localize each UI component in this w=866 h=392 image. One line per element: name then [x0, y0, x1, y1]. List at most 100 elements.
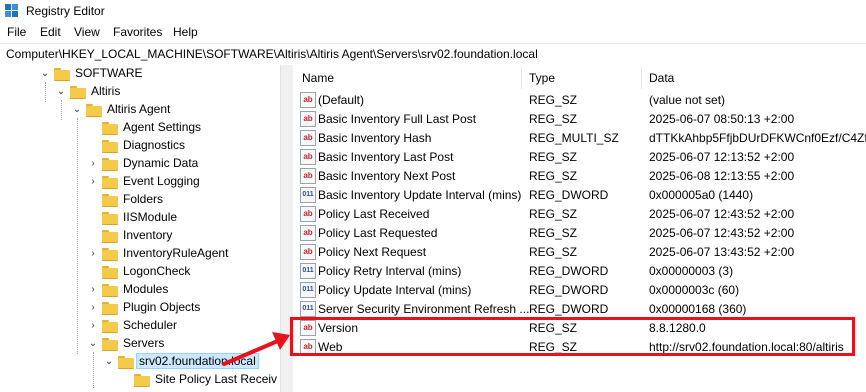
value-type: REG_SZ	[529, 112, 578, 126]
tree-item-label: SOFTWARE	[75, 66, 143, 80]
chevron-right-icon[interactable]: ›	[88, 156, 98, 172]
column-separator[interactable]	[521, 67, 522, 89]
binary-value-icon: 011	[300, 282, 316, 298]
tree-item-label: Servers	[123, 336, 165, 350]
value-type: REG_DWORD	[529, 188, 609, 202]
menu-file[interactable]: File	[7, 25, 26, 39]
tree-item-iismodule[interactable]: IISModule	[0, 209, 280, 227]
value-data: 2025-06-07 12:13:52 +2:00	[649, 150, 795, 164]
folder-icon	[102, 266, 118, 279]
folder-icon	[54, 68, 70, 81]
tree-item-label: Plugin Objects	[123, 300, 201, 314]
column-header-type[interactable]: Type	[529, 71, 555, 85]
tree-item-label: Inventory	[123, 228, 173, 242]
annotation-arrow	[222, 332, 290, 366]
folder-icon	[102, 230, 118, 243]
folder-icon	[102, 320, 118, 333]
string-value-icon: ab	[300, 92, 316, 108]
tree-item-altiris[interactable]: ⌄ Altiris	[0, 83, 280, 101]
tree-item-logoncheck[interactable]: LogonCheck	[0, 263, 280, 281]
tree-item-modules[interactable]: › Modules	[0, 281, 280, 299]
value-row[interactable]: 011 Basic Inventory Update Interval (mins…	[293, 186, 866, 205]
folder-icon	[86, 104, 102, 117]
tree-item-label: Diagnostics	[123, 138, 186, 152]
value-type: REG_SZ	[529, 150, 578, 164]
tree-item-label: InventoryRuleAgent	[123, 246, 229, 260]
folder-icon	[102, 338, 118, 351]
value-row[interactable]: 011 Policy Retry Interval (mins) REG_DWORD…	[293, 262, 866, 281]
tree-item-inventoryruleagent[interactable]: › InventoryRuleAgent	[0, 245, 280, 263]
string-value-icon: ab	[300, 244, 316, 260]
menu-view[interactable]: View	[74, 25, 100, 39]
value-data: 0x00000003 (3)	[649, 264, 734, 278]
chevron-down-icon[interactable]: ⌄	[72, 102, 82, 118]
menu-help[interactable]: Help	[173, 25, 198, 39]
value-type: REG_DWORD	[529, 302, 609, 316]
tree-item-folders[interactable]: Folders	[0, 191, 280, 209]
string-value-icon: ab	[300, 225, 316, 241]
tree-item-label: Altiris Agent	[107, 102, 171, 116]
tree-item-inventory[interactable]: Inventory	[0, 227, 280, 245]
registry-editor-icon	[5, 4, 18, 17]
tree-item-software[interactable]: ⌄ SOFTWARE	[0, 65, 280, 83]
chevron-right-icon[interactable]: ›	[88, 300, 98, 316]
folder-icon	[102, 284, 118, 297]
folder-icon	[134, 374, 150, 387]
value-row[interactable]: ab Policy Next Request REG_SZ 2025-06-07 13…	[293, 243, 866, 262]
value-name: Basic Inventory Next Post	[318, 169, 456, 183]
value-data: 0x0000003c (60)	[649, 283, 740, 297]
address-path[interactable]: Computer\HKEY_LOCAL_MACHINE\SOFTWARE\Alt…	[6, 47, 538, 61]
value-name: Policy Last Requested	[318, 226, 438, 240]
value-name: Policy Last Received	[318, 207, 430, 221]
chevron-down-icon[interactable]: ⌄	[88, 336, 98, 352]
value-row[interactable]: 011 Policy Update Interval (mins) REG_DWOR…	[293, 281, 866, 300]
value-data: (value not set)	[649, 93, 726, 107]
folder-icon	[102, 176, 118, 189]
column-header-name[interactable]: Name	[302, 71, 334, 85]
tree-item-label: Scheduler	[123, 318, 178, 332]
value-row[interactable]: ab Basic Inventory Hash REG_MULTI_SZ dTTKkA…	[293, 129, 866, 148]
value-row[interactable]: ab (Default) REG_SZ (value not set)	[293, 91, 866, 110]
value-data: 2025-06-07 08:50:13 +2:00	[649, 112, 795, 126]
tree-item-plugin-objects[interactable]: › Plugin Objects	[0, 299, 280, 317]
tree-item-altiris-agent[interactable]: ⌄ Altiris Agent	[0, 101, 280, 119]
tree-item-event-logging[interactable]: › Event Logging	[0, 173, 280, 191]
value-name: Policy Update Interval (mins)	[318, 283, 472, 297]
value-row[interactable]: ab Basic Inventory Last Post REG_SZ 2025-06…	[293, 148, 866, 167]
value-type: REG_DWORD	[529, 283, 609, 297]
title-bar: Registry Editor	[0, 0, 866, 22]
tree-item-label: Modules	[123, 282, 169, 296]
chevron-right-icon[interactable]: ›	[88, 318, 98, 334]
highlight-box	[290, 317, 855, 356]
chevron-right-icon[interactable]: ›	[88, 174, 98, 190]
tree-item-site-policy[interactable]: Site Policy Last Receiv	[0, 371, 280, 389]
column-separator[interactable]	[641, 67, 642, 89]
chevron-right-icon[interactable]: ›	[88, 246, 98, 262]
address-bar[interactable]: Computer\HKEY_LOCAL_MACHINE\SOFTWARE\Alt…	[0, 43, 866, 66]
tree-item-dynamic-data[interactable]: › Dynamic Data	[0, 155, 280, 173]
chevron-right-icon[interactable]: ›	[88, 282, 98, 298]
value-row[interactable]: ab Basic Inventory Full Last Post REG_SZ 20…	[293, 110, 866, 129]
chevron-down-icon[interactable]: ⌄	[40, 66, 50, 82]
value-data: 2025-06-07 13:43:52 +2:00	[649, 245, 795, 259]
tree-item-label: Altiris	[91, 84, 121, 98]
chevron-down-icon[interactable]: ⌄	[104, 354, 114, 370]
value-row[interactable]: ab Policy Last Received REG_SZ 2025-06-07 1…	[293, 205, 866, 224]
binary-value-icon: 011	[300, 187, 316, 203]
folder-icon	[118, 356, 134, 369]
value-type: REG_SZ	[529, 207, 578, 221]
value-row[interactable]: ab Basic Inventory Next Post REG_SZ 2025-06…	[293, 167, 866, 186]
menu-favorites[interactable]: Favorites	[113, 25, 162, 39]
chevron-down-icon[interactable]: ⌄	[56, 84, 66, 100]
tree-item-label: Agent Settings	[123, 120, 202, 134]
tree-item-label: Event Logging	[123, 174, 200, 188]
tree-item-diagnostics[interactable]: Diagnostics	[0, 137, 280, 155]
tree-item-agent-settings[interactable]: Agent Settings	[0, 119, 280, 137]
menu-edit[interactable]: Edit	[40, 25, 61, 39]
tree-item-label: IISModule	[123, 210, 178, 224]
value-row[interactable]: ab Policy Last Requested REG_SZ 2025-06-07 …	[293, 224, 866, 243]
column-header-data[interactable]: Data	[649, 71, 674, 85]
value-data: 0x000005a0 (1440)	[649, 188, 754, 202]
window-title: Registry Editor	[26, 4, 105, 18]
string-value-icon: ab	[300, 111, 316, 127]
